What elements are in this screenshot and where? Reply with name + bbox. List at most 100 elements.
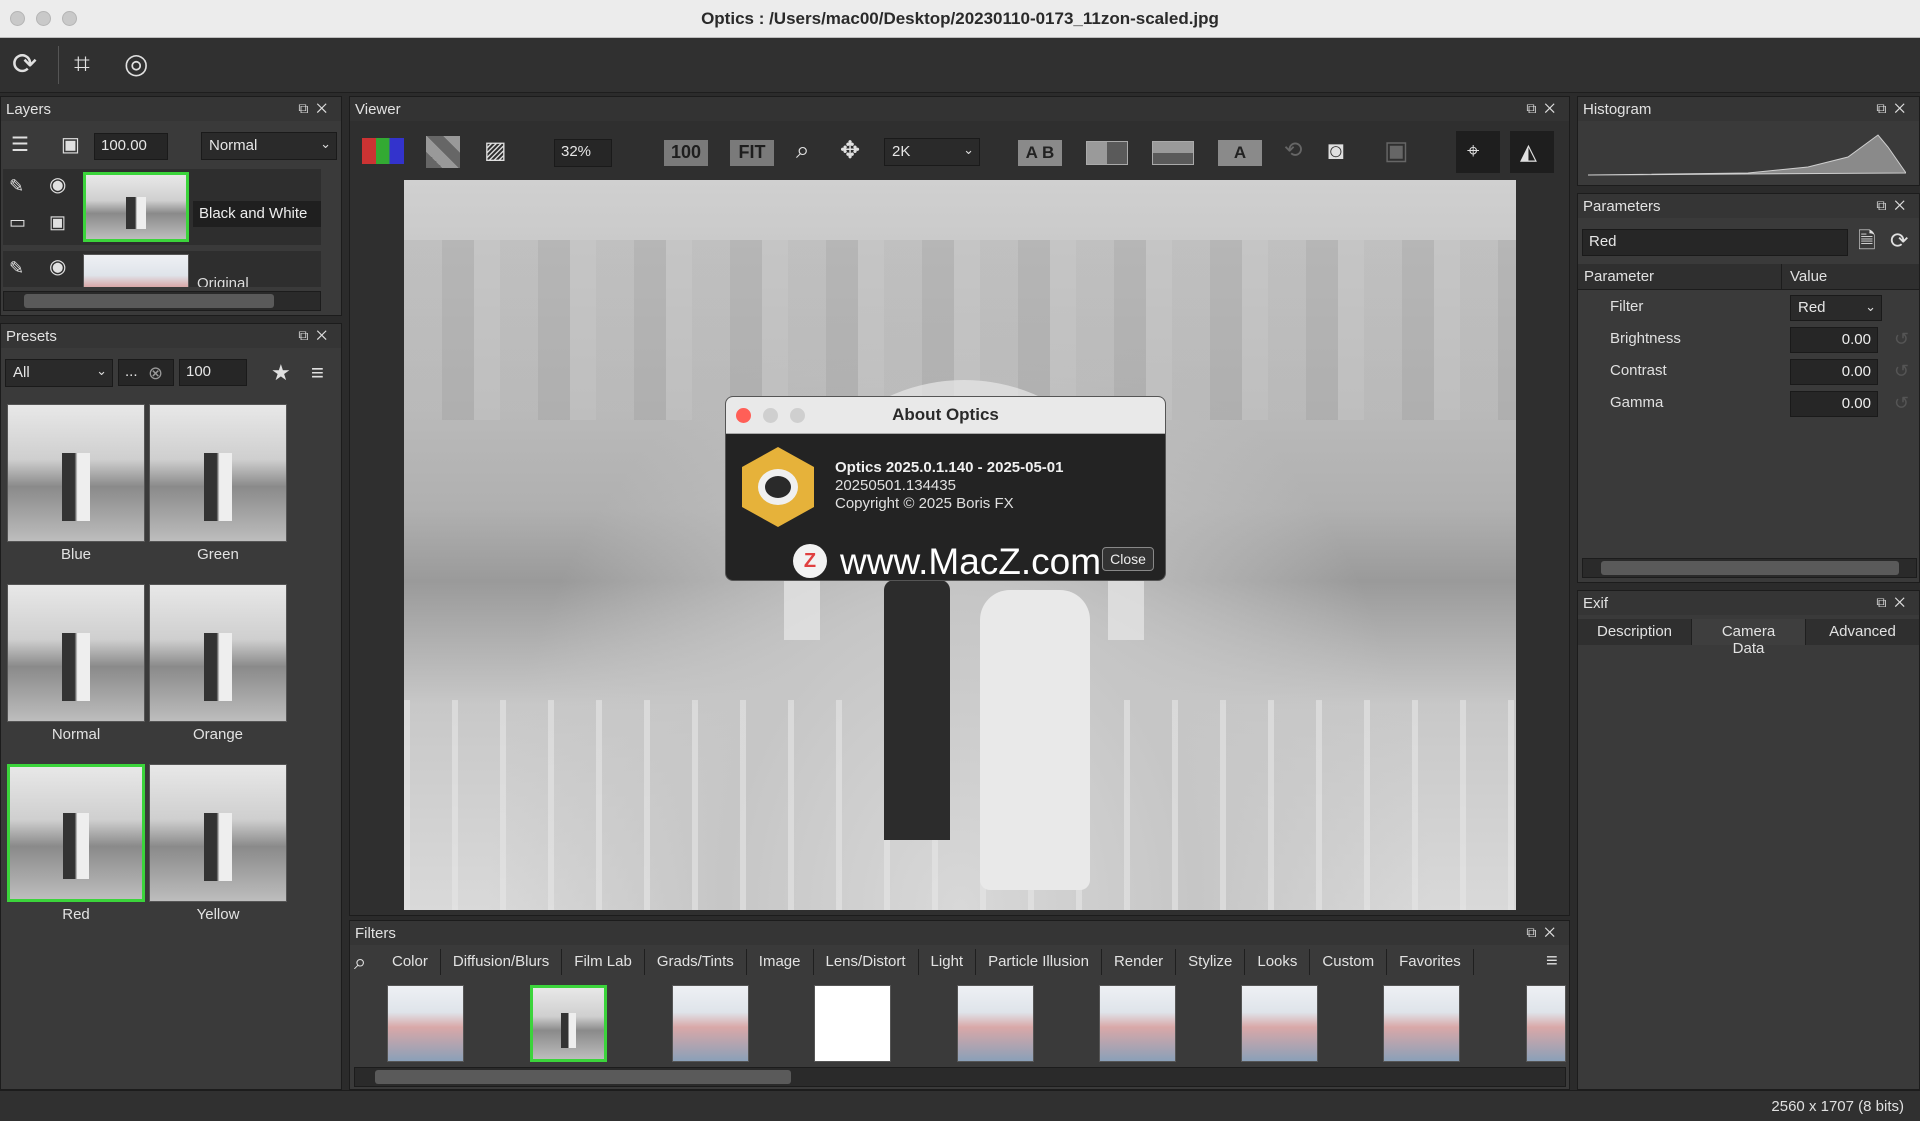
add-layer-icon[interactable]: ☰ — [11, 135, 29, 155]
edit-icon[interactable]: ✎ — [9, 259, 24, 277]
brightness-label: Brightness — [1610, 330, 1681, 347]
parameter-preset-input[interactable]: Red — [1582, 229, 1848, 256]
preset-thumbnail[interactable] — [149, 404, 287, 542]
preset-thumbnail[interactable] — [149, 764, 287, 902]
preset-category-select[interactable]: All ⌄ — [5, 359, 113, 387]
document-icon[interactable]: 🗎 — [1858, 230, 1876, 252]
watermark-text: www.MacZ.com — [840, 541, 1102, 581]
filter-thumbnail[interactable] — [387, 985, 464, 1062]
layer-name[interactable]: Black and White — [193, 201, 321, 227]
filter-tab[interactable]: Particle Illusion — [976, 949, 1102, 975]
mask-icon[interactable]: ▣ — [49, 213, 66, 231]
star-icon[interactable]: ★ — [271, 362, 291, 384]
filter-tab[interactable]: Looks — [1245, 949, 1311, 975]
refresh-icon[interactable]: ⟳ — [1890, 230, 1908, 252]
image-icon[interactable]: ▨ — [484, 139, 507, 163]
filter-tab[interactable]: Render — [1102, 949, 1177, 975]
filter-thumbnail[interactable] — [814, 985, 891, 1062]
resolution-select[interactable]: 2K ⌄ — [884, 138, 980, 166]
panel-controls[interactable]: ⧉✕ — [298, 327, 335, 344]
monitor-icon[interactable]: ▭ — [9, 213, 26, 231]
panel-controls[interactable]: ⧉✕ — [1876, 100, 1913, 117]
filter-tab[interactable]: Favorites — [1387, 949, 1474, 975]
preset-thumbnail[interactable] — [7, 404, 145, 542]
reset-icon[interactable]: ↺ — [1894, 362, 1909, 380]
zoom-100-button[interactable]: 100 — [664, 140, 708, 166]
filter-tab[interactable]: Stylize — [1176, 949, 1246, 975]
filter-thumbnail[interactable] — [1383, 985, 1460, 1062]
filter-select[interactable]: Red ⌄ — [1790, 295, 1882, 321]
panel-controls[interactable]: ⧉✕ — [1876, 197, 1913, 214]
filters-title: Filters — [355, 925, 396, 942]
filter-thumbnail[interactable] — [957, 985, 1034, 1062]
layer-opacity-input[interactable]: 100.00 — [94, 133, 168, 160]
layer-thumbnail[interactable] — [83, 172, 189, 242]
preset-thumbnail-selected[interactable] — [7, 764, 145, 902]
reset-icon[interactable]: ↺ — [1894, 330, 1909, 348]
menu-icon[interactable]: ≡ — [1546, 951, 1558, 971]
filter-thumbnail-selected[interactable] — [530, 985, 607, 1062]
magnifier-icon[interactable]: ⌕ — [796, 139, 809, 163]
layer-name[interactable]: Original — [197, 275, 249, 287]
layer-row[interactable]: ✎ ◉ ▭ ▣ Black and White — [3, 169, 321, 245]
edit-icon[interactable]: ✎ — [9, 177, 24, 195]
menu-icon[interactable]: ≡ — [311, 362, 324, 384]
filter-thumbnail[interactable] — [1241, 985, 1318, 1062]
a-overlay-icon[interactable]: A — [1218, 140, 1262, 166]
filter-tab[interactable]: Grads/Tints — [645, 949, 747, 975]
rgb-channels-icon[interactable] — [362, 138, 404, 164]
camera-icon[interactable]: ◙ — [1328, 137, 1344, 163]
layer-mask-icon[interactable]: ▣ — [61, 135, 80, 155]
dialog-close-button[interactable]: Close — [1102, 547, 1154, 571]
crop-icon[interactable]: ⌗ — [74, 50, 90, 78]
search-icon[interactable]: ⌕ — [354, 951, 366, 973]
preset-thumbnail[interactable] — [7, 584, 145, 722]
panel-controls[interactable]: ⧉✕ — [298, 100, 335, 117]
contrast-value[interactable]: 0.00 — [1790, 359, 1878, 385]
panel-controls[interactable]: ⧉✕ — [1526, 100, 1563, 117]
filter-tab[interactable]: Film Lab — [562, 949, 645, 975]
brightness-value[interactable]: 0.00 — [1790, 327, 1878, 353]
exif-tab-advanced[interactable]: Advanced — [1806, 619, 1919, 645]
pan-icon[interactable]: ✥ — [840, 139, 860, 163]
layers-scrollbar[interactable] — [3, 291, 321, 311]
exif-tab-description[interactable]: Description — [1578, 619, 1692, 645]
split-vertical-icon[interactable] — [1086, 141, 1128, 165]
histogram-toggle-button[interactable]: ◭ — [1510, 131, 1554, 173]
filter-tab[interactable]: Light — [919, 949, 977, 975]
ab-compare-button[interactable]: A B — [1018, 140, 1062, 166]
filters-scrollbar[interactable] — [354, 1067, 1566, 1087]
target-button[interactable]: ⌖ — [1456, 131, 1500, 173]
zoom-input[interactable]: 32% — [554, 139, 612, 167]
panel-controls[interactable]: ⧉✕ — [1526, 924, 1563, 941]
blend-mode-select[interactable]: Normal ⌄ — [201, 132, 337, 160]
swap-icon[interactable]: ⟲ — [1284, 139, 1302, 161]
monitor-camera-icon[interactable]: ▣ — [1384, 137, 1409, 163]
layer-row[interactable]: ✎ ◉ Original — [3, 251, 321, 287]
filter-tab[interactable]: Custom — [1310, 949, 1388, 975]
preset-thumbnail[interactable] — [149, 584, 287, 722]
filter-tab[interactable]: Diffusion/Blurs — [441, 949, 563, 975]
refresh-icon[interactable]: ⟳ — [12, 50, 37, 80]
checkerboard-icon[interactable] — [426, 136, 460, 168]
preset-search-input[interactable]: ... — [118, 359, 174, 386]
clear-icon[interactable]: ⊗ — [148, 364, 163, 382]
exif-tab-camera-data[interactable]: Camera Data — [1692, 619, 1806, 657]
panel-controls[interactable]: ⧉✕ — [1876, 594, 1913, 611]
split-horizontal-icon[interactable] — [1152, 141, 1194, 165]
filter-thumbnail[interactable] — [1526, 985, 1566, 1062]
layer-thumbnail[interactable] — [83, 254, 189, 287]
fit-button[interactable]: FIT — [730, 140, 774, 166]
parameters-scrollbar[interactable] — [1582, 558, 1917, 578]
eye-icon[interactable]: ◉ — [49, 175, 66, 195]
filter-thumbnail[interactable] — [1099, 985, 1176, 1062]
rotate-icon[interactable]: ◎ — [124, 50, 148, 78]
filter-thumbnail[interactable] — [672, 985, 749, 1062]
reset-icon[interactable]: ↺ — [1894, 394, 1909, 412]
eye-icon[interactable]: ◉ — [49, 257, 66, 277]
preset-size-input[interactable]: 100 — [179, 359, 247, 386]
filter-tab[interactable]: Lens/Distort — [814, 949, 919, 975]
gamma-value[interactable]: 0.00 — [1790, 391, 1878, 417]
filter-tab[interactable]: Image — [747, 949, 814, 975]
filter-tab[interactable]: Color — [380, 949, 441, 975]
